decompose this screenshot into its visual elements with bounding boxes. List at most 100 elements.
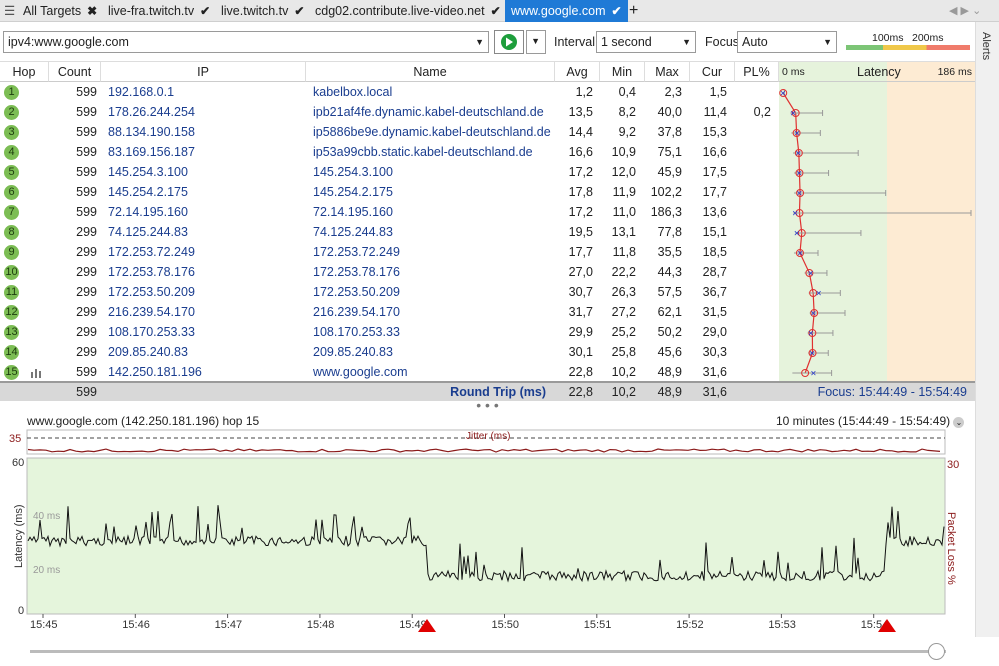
col-latency[interactable]: 0 ms Latency 186 ms [779, 62, 975, 82]
cell-pl [735, 242, 771, 262]
chevron-down-icon[interactable]: ⌄ [972, 5, 981, 17]
cell-cur: 17,7 [702, 185, 727, 199]
table-row[interactable]: 5 599 145.254.3.100 145.254.3.100 17,2 12,0 45… [0, 162, 779, 182]
legend-200ms: 200ms [912, 32, 944, 44]
cell-min: 0,4 [618, 85, 636, 99]
time-slider-track[interactable] [30, 650, 946, 653]
cell-min: 11,0 [612, 205, 636, 219]
hop-number: 10 [4, 265, 19, 280]
tab-target-active[interactable]: www.google.com ✔ [505, 0, 628, 22]
cell-ip: 74.125.244.83 [108, 225, 188, 239]
cell-count: 299 [76, 245, 97, 259]
cell-name: 172.253.78.176 [313, 265, 400, 279]
tab-target[interactable]: cdg02.contribute.live-video.net ✔ [315, 0, 501, 22]
tab-target[interactable]: live-fra.twitch.tv ✔ [108, 0, 210, 22]
cell-avg: 13,5 [568, 105, 593, 119]
jitter-max-label: 35 [9, 433, 21, 445]
table-row[interactable]: 2 599 178.26.244.254 ipb21af4fe.dynamic.kab… [0, 102, 779, 122]
chevron-down-icon[interactable]: ▼ [475, 32, 484, 52]
cell-count: 599 [76, 105, 97, 119]
cell-pl [735, 282, 771, 302]
cell-cur: 16,6 [702, 145, 727, 159]
cur-point: × [795, 149, 801, 160]
col-ip[interactable]: IP [101, 62, 306, 82]
cell-ip: 108.170.253.33 [108, 325, 195, 339]
cell-count: 299 [76, 305, 97, 319]
table-row[interactable]: 6 599 145.254.2.175 145.254.2.175 17,8 11,9 10… [0, 182, 779, 202]
bar-chart-icon[interactable] [31, 367, 43, 378]
splitter-handle[interactable]: • • • [0, 398, 975, 412]
col-count[interactable]: Count [49, 62, 101, 82]
target-input[interactable]: ipv4:www.google.com ▼ [3, 31, 489, 53]
table-row[interactable]: 10 299 172.253.78.176 172.253.78.176 27,0 22,… [0, 262, 779, 282]
cell-count: 599 [76, 145, 97, 159]
col-min[interactable]: Min [600, 62, 645, 82]
cell-cur: 29,0 [702, 325, 727, 339]
cell-avg: 30,1 [568, 345, 593, 359]
col-name[interactable]: Name [306, 62, 555, 82]
start-button[interactable] [494, 30, 524, 54]
close-icon[interactable]: ✖ [87, 4, 97, 18]
start-options-button[interactable]: ▼ [526, 30, 546, 54]
hop-number: 2 [4, 105, 19, 120]
col-avg[interactable]: Avg [555, 62, 600, 82]
cur-point: × [792, 209, 798, 220]
cell-avg: 17,8 [568, 185, 593, 199]
add-tab-button[interactable]: + [629, 0, 638, 22]
cell-avg: 29,9 [568, 325, 593, 339]
table-row[interactable]: 7 599 72.14.195.160 72.14.195.160 17,2 11,0 18… [0, 202, 779, 222]
table-row[interactable]: 12 299 216.239.54.170 216.239.54.170 31,7 27,… [0, 302, 779, 322]
table-row[interactable]: 4 599 83.169.156.187 ip53a99cbb.static.kabe… [0, 142, 779, 162]
cell-pl [735, 262, 771, 282]
cell-max: 57,5 [657, 285, 682, 299]
summary-max: 48,9 [657, 385, 682, 399]
legend-100ms: 100ms [872, 32, 904, 44]
table-row[interactable]: 3 599 88.134.190.158 ip5886be9e.dynamic.kab… [0, 122, 779, 142]
table-row[interactable]: 15 599 142.250.181.196 www.google.com 22,8 10… [0, 362, 779, 382]
cell-avg: 17,2 [568, 205, 593, 219]
latency-axis-label: Latency (ms) [13, 504, 25, 568]
summary-avg: 22,8 [568, 385, 593, 399]
col-max[interactable]: Max [645, 62, 690, 82]
graph-range[interactable]: 10 minutes (15:44:49 - 15:54:49) ⌄ [776, 414, 965, 428]
table-row[interactable]: 1 599 192.168.0.1 kabelbox.local 1,2 0,4 2,3 1,… [0, 82, 779, 102]
interval-label: Interval [554, 35, 595, 49]
hop-number: 5 [4, 165, 19, 180]
cell-avg: 17,2 [568, 165, 593, 179]
col-cur[interactable]: Cur [690, 62, 735, 82]
col-hop[interactable]: Hop [0, 62, 49, 82]
cell-cur: 30,3 [702, 345, 727, 359]
latency-panel [26, 457, 946, 615]
chevron-down-icon[interactable]: ⌄ [953, 417, 965, 428]
time-axis: 15:45 15:46 15:47 15:48 15:49 15:50 15:51 15:52… [30, 614, 888, 631]
cell-min: 10,2 [611, 365, 636, 379]
tab-all-targets[interactable]: All Targets ✖ [23, 0, 97, 22]
table-row[interactable]: 9 299 172.253.72.249 172.253.72.249 17,7 11,8… [0, 242, 779, 262]
focus-value: Auto [742, 35, 768, 49]
latency-bottom-label: 0 [18, 605, 24, 617]
cur-point: × [809, 349, 815, 360]
tab-label: live.twitch.tv [221, 4, 289, 18]
cell-ip: 216.239.54.170 [108, 305, 195, 319]
table-row[interactable]: 14 299 209.85.240.83 209.85.240.83 30,1 25,8 4… [0, 342, 779, 362]
cur-point: × [816, 289, 822, 300]
packet-loss-axis-label: Packet Loss % [945, 512, 957, 585]
table-row[interactable]: 13 299 108.170.253.33 108.170.253.33 29,9 25,… [0, 322, 779, 342]
col-pl[interactable]: PL% [735, 62, 779, 82]
cell-max: 50,2 [657, 325, 682, 339]
cell-avg: 1,2 [575, 85, 593, 99]
scroll-left-icon[interactable]: ◀ [949, 5, 957, 17]
tab-target[interactable]: live.twitch.tv ✔ [221, 0, 304, 22]
cur-point: × [796, 189, 802, 200]
interval-select[interactable]: 1 second ▼ [596, 31, 696, 53]
table-row[interactable]: 8 299 74.125.244.83 74.125.244.83 19,5 13,1 77… [0, 222, 779, 242]
tab-label: www.google.com [511, 4, 606, 18]
time-slider-thumb[interactable] [928, 643, 945, 660]
table-row[interactable]: 11 299 172.253.50.209 172.253.50.209 30,7 26,… [0, 282, 779, 302]
focus-select[interactable]: Auto ▼ [737, 31, 837, 53]
latency-40ms-label: 40 ms [33, 511, 60, 522]
alerts-sidebar[interactable]: Alerts [975, 22, 999, 637]
scroll-right-icon[interactable]: ▶ [961, 5, 969, 17]
latency-max-label: 186 ms [937, 66, 972, 78]
menu-icon[interactable]: ☰ [4, 0, 15, 22]
